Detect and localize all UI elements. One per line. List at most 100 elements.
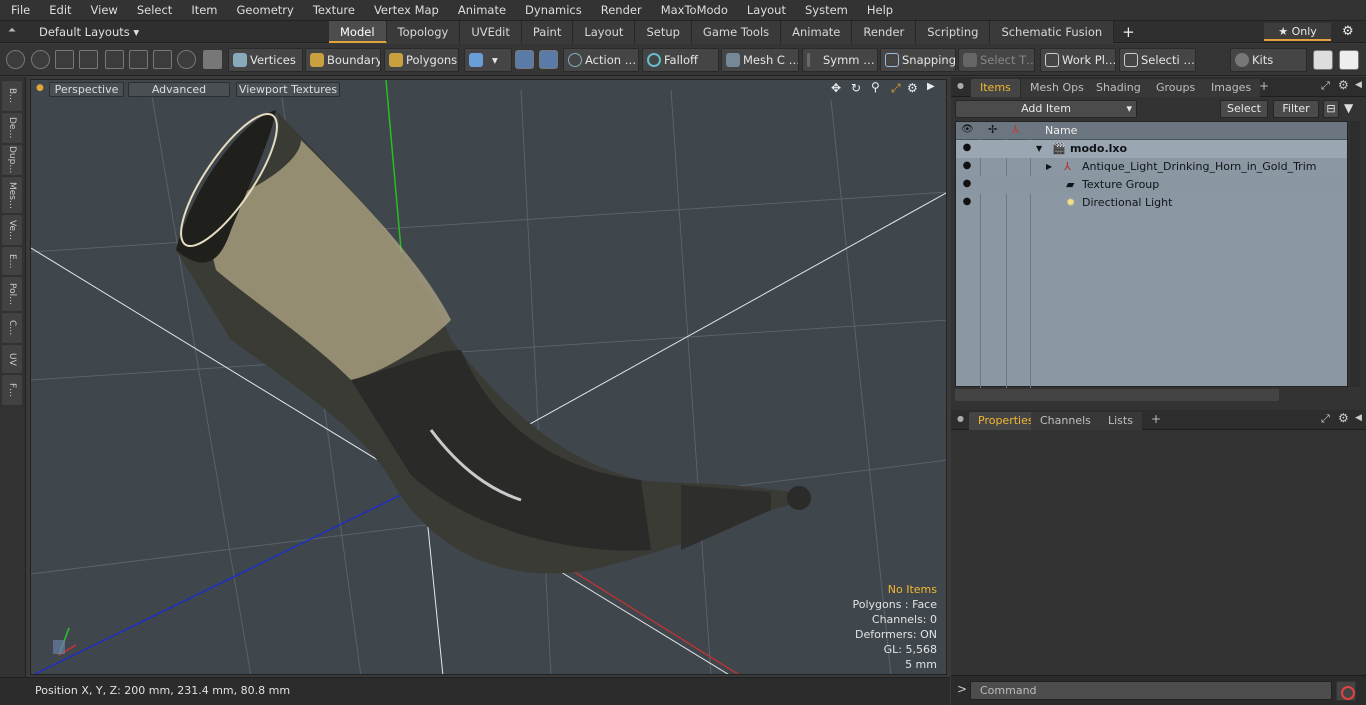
viewport-textures-dropdown[interactable]: Viewport Textures — [236, 82, 340, 97]
viewport-settings-icon[interactable]: ⚙ — [907, 81, 918, 95]
select-through-button[interactable]: Select T… — [958, 48, 1035, 72]
align-icon[interactable] — [105, 50, 124, 69]
tab-render[interactable]: Render — [852, 21, 917, 43]
tab-channels[interactable]: Channels — [1031, 412, 1100, 430]
tab-fusion[interactable]: F… — [2, 375, 22, 405]
polygons-button[interactable]: Polygons — [384, 48, 459, 72]
rotate-icon[interactable] — [177, 50, 196, 69]
menu-system[interactable]: System — [794, 0, 856, 21]
eye-icon[interactable]: ● — [961, 160, 973, 174]
zoom-view-icon[interactable]: ⚲ — [871, 80, 880, 94]
menu-item[interactable]: Item — [180, 0, 225, 21]
tab-curve[interactable]: C… — [2, 313, 22, 343]
menu-layout[interactable]: Layout — [736, 0, 794, 21]
add-panel-tab-button[interactable]: + — [1151, 412, 1161, 426]
panel-menu-dot-icon[interactable]: ● — [957, 414, 964, 423]
menu-animate[interactable]: Animate — [447, 0, 514, 21]
menu-file[interactable]: File — [0, 0, 38, 21]
unity-icon[interactable] — [1313, 50, 1333, 70]
tab-lists[interactable]: Lists — [1099, 412, 1142, 430]
eye-icon[interactable]: ● — [961, 178, 973, 192]
viewport-menu-dot-icon[interactable]: ● — [36, 83, 44, 93]
default-layouts-dropdown[interactable]: Default Layouts ▾ — [39, 25, 139, 39]
select-circle-icon[interactable] — [6, 50, 25, 69]
viewport-scene[interactable] — [31, 80, 947, 675]
expand-panel-icon[interactable]: ⤢ — [1321, 412, 1330, 426]
collapse-list-icon[interactable]: ⊟ — [1323, 100, 1339, 118]
tab-mesh-edit[interactable]: Mes… — [2, 177, 22, 213]
name-column-header[interactable]: Name — [1045, 124, 1077, 137]
globe-icon[interactable] — [31, 50, 50, 69]
vertices-button[interactable]: Vertices — [228, 48, 303, 72]
shield-lock-icon[interactable] — [539, 50, 558, 69]
3d-viewport[interactable]: ● Perspective Advanced Viewport Textures… — [30, 79, 947, 675]
rotate-view-icon[interactable]: ↻ — [851, 81, 861, 95]
pen-icon[interactable] — [55, 50, 74, 69]
tab-animate[interactable]: Animate — [781, 21, 853, 43]
work-plane-button[interactable]: Work Pl… — [1040, 48, 1116, 72]
expand-arrow-icon[interactable]: ▼ — [1036, 144, 1042, 153]
panel-settings-icon[interactable]: ⚙ — [1338, 78, 1349, 92]
shield-icon[interactable] — [515, 50, 534, 69]
tab-layout[interactable]: Layout — [573, 21, 636, 43]
add-tab-button[interactable]: + — [1122, 21, 1135, 43]
perspective-dropdown[interactable]: Perspective — [49, 82, 124, 97]
symmetry-button[interactable]: Symm … — [802, 48, 878, 72]
maximize-view-icon[interactable]: ⤢ — [891, 81, 901, 96]
expand-arrow-icon[interactable]: ▶ — [1046, 162, 1052, 171]
tab-items[interactable]: Items — [971, 79, 1020, 97]
record-macro-icon[interactable] — [1336, 681, 1356, 701]
expand-panel-icon[interactable]: ⤢ — [1321, 79, 1330, 93]
list-item[interactable]: ● ✹ Directional Light — [956, 194, 1347, 212]
tab-duplicate[interactable]: Dup… — [2, 145, 22, 175]
tab-schematic-fusion[interactable]: Schematic Fusion — [990, 21, 1115, 43]
menu-dynamics[interactable]: Dynamics — [514, 0, 590, 21]
drinking-horn-model[interactable] — [165, 102, 813, 574]
tab-deform[interactable]: De… — [2, 113, 22, 143]
brush-icon[interactable] — [79, 50, 98, 69]
frame-icon[interactable] — [153, 50, 172, 69]
center-icon[interactable] — [129, 50, 148, 69]
tab-mesh-ops[interactable]: Mesh Ops — [1021, 79, 1093, 97]
kits-button[interactable]: Kits — [1230, 48, 1307, 72]
boundary-button[interactable]: Boundary — [305, 48, 381, 72]
filter-button[interactable]: Filter — [1273, 100, 1319, 118]
tab-shading[interactable]: Shading — [1087, 79, 1150, 97]
menu-maxtomodo[interactable]: MaxToModo — [650, 0, 736, 21]
action-center-button[interactable]: Action … — [563, 48, 639, 72]
tab-model[interactable]: Model — [329, 21, 387, 43]
layout-switch-icon[interactable]: ⏶ — [8, 25, 20, 39]
add-panel-tab-button[interactable]: + — [1259, 79, 1269, 93]
selection-sets-button[interactable]: Selecti … — [1119, 48, 1196, 72]
tab-edge[interactable]: E… — [2, 247, 22, 275]
items-scrollbar[interactable] — [1350, 121, 1360, 387]
move-view-icon[interactable]: ✥ — [831, 81, 841, 95]
snapping-button[interactable]: Snapping — [880, 48, 956, 72]
panel-collapse-icon[interactable]: ◀ — [1355, 413, 1362, 423]
list-item[interactable]: ● ▰ Texture Group — [956, 176, 1347, 194]
list-item[interactable]: ● ▶ ⅄ Antique_Light_Drinking_Horn_in_Gol… — [956, 158, 1347, 176]
menu-render[interactable]: Render — [590, 0, 650, 21]
gear-icon[interactable]: ⚙ — [1342, 24, 1354, 39]
menu-vertex-map[interactable]: Vertex Map — [363, 0, 447, 21]
tab-vertex[interactable]: Ve… — [2, 215, 22, 245]
only-toggle[interactable]: ★ Only — [1264, 23, 1331, 41]
tab-topology[interactable]: Topology — [386, 21, 461, 43]
items-horizontal-scrollbar[interactable] — [955, 389, 1279, 401]
command-input[interactable]: Command — [970, 681, 1332, 700]
menu-help[interactable]: Help — [856, 0, 901, 21]
list-item[interactable]: ● ▼ 🎬 modo.lxo — [956, 140, 1347, 158]
tab-basic[interactable]: B… — [2, 81, 22, 111]
menu-edit[interactable]: Edit — [38, 0, 79, 21]
falloff-button[interactable]: Falloff — [642, 48, 719, 72]
tab-groups[interactable]: Groups — [1147, 79, 1205, 97]
menu-texture[interactable]: Texture — [302, 0, 363, 21]
component-mode-dropdown[interactable]: ▾ — [464, 48, 512, 72]
tab-scripting[interactable]: Scripting — [916, 21, 991, 43]
panel-menu-dot-icon[interactable]: ● — [957, 81, 964, 90]
tab-polygon[interactable]: Pol… — [2, 277, 22, 311]
funnel-icon[interactable]: ▼ — [1344, 101, 1353, 115]
cube-icon[interactable] — [203, 50, 222, 69]
type-column-icon[interactable]: ⅄ — [1012, 123, 1019, 136]
eye-icon[interactable]: ● — [961, 196, 973, 210]
